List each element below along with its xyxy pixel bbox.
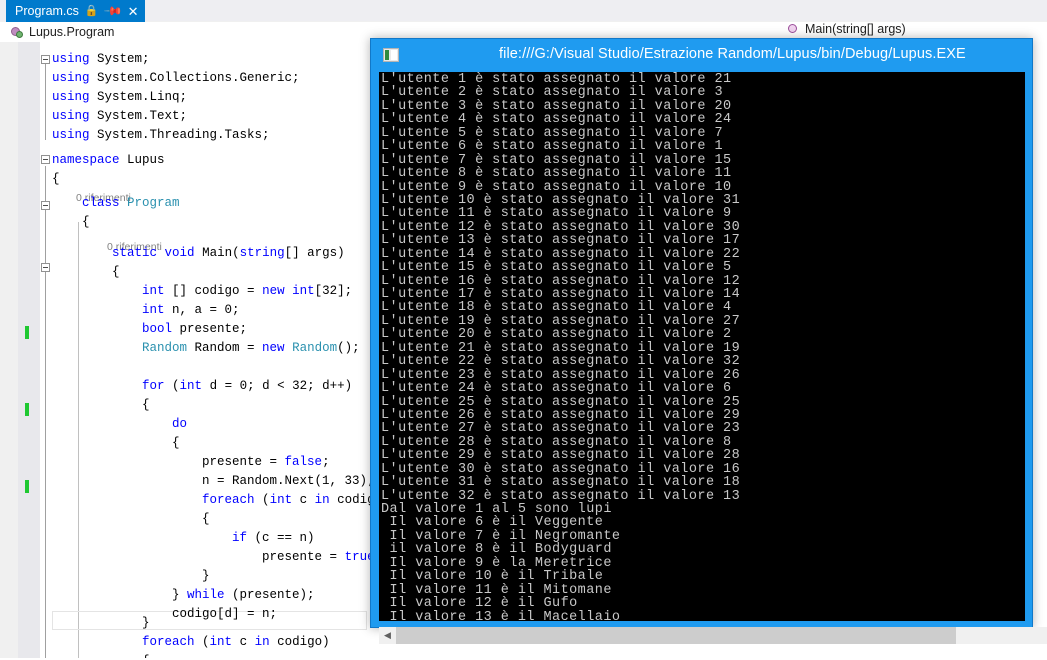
console-horizontal-scrollbar[interactable]: ◀ ▶: [379, 627, 1047, 644]
console-line: Il valore 6 è il Veggente: [381, 515, 604, 531]
console-line: L'utente 22 è stato assegnato il valore …: [381, 354, 741, 370]
console-line: L'utente 19 è stato assegnato il valore …: [381, 313, 741, 329]
pin-icon[interactable]: 📌: [103, 1, 123, 21]
console-line: L'utente 12 è stato assegnato il valore …: [381, 219, 741, 235]
console-line: Il valore 13 è il Macellaio: [381, 609, 621, 621]
console-frame: file:///G:/Visual Studio/Estrazione Rand…: [370, 38, 1047, 644]
tab-strip-background: [0, 0, 1047, 21]
console-line: L'utente 1 è stato assegnato il valore 2…: [381, 72, 732, 87]
method-icon: [786, 22, 800, 36]
console-app-icon[interactable]: [383, 48, 399, 62]
console-line: L'utente 6 è stato assegnato il valore 1: [381, 139, 724, 155]
console-line: L'utente 29 è stato assegnato il valore …: [381, 448, 741, 464]
console-line: L'utente 9 è stato assegnato il valore 1…: [381, 179, 732, 195]
console-line: L'utente 23 è stato assegnato il valore …: [381, 367, 741, 383]
console-line: L'utente 3 è stato assegnato il valore 2…: [381, 98, 732, 114]
console-line: L'utente 16 è stato assegnato il valore …: [381, 273, 741, 289]
console-line: Il valore 10 è il Tribale: [381, 569, 604, 585]
console-line: L'utente 5 è stato assegnato il valore 7: [381, 125, 724, 141]
class-icon: [10, 25, 24, 39]
editor-tab-strip: Program.cs 🔒 📌 ✕: [0, 0, 1047, 23]
console-line: L'utente 2 è stato assegnato il valore 3: [381, 85, 724, 101]
console-line: Dal valore 1 al 5 sono lupi: [381, 502, 612, 517]
close-icon[interactable]: ✕: [128, 5, 139, 18]
console-line: L'utente 11 è stato assegnato il valore …: [381, 206, 732, 222]
horizontal-scroll-thumb[interactable]: [396, 627, 956, 644]
tab-label: Program.cs: [15, 4, 79, 18]
console-title: file:///G:/Visual Studio/Estrazione Rand…: [499, 46, 966, 62]
console-line: L'utente 10 è stato assegnato il valore …: [381, 192, 741, 208]
tab-program-cs[interactable]: Program.cs 🔒 📌 ✕: [6, 0, 146, 22]
screen: Program.cs 🔒 📌 ✕ Lupus.Program Main(stri…: [0, 0, 1047, 660]
console-line: L'utente 28 è stato assegnato il valore …: [381, 434, 732, 450]
console-title-bar[interactable]: file:///G:/Visual Studio/Estrazione Rand…: [371, 39, 1032, 72]
console-line: L'utente 27 è stato assegnato il valore …: [381, 421, 741, 437]
console-line: Il valore 11 è il Mitomane: [381, 582, 612, 598]
console-line: L'utente 31 è stato assegnato il valore …: [381, 475, 741, 491]
console-line: L'utente 15 è stato assegnato il valore …: [381, 260, 732, 276]
scroll-left-button[interactable]: ◀: [379, 627, 396, 644]
console-line: L'utente 8 è stato assegnato il valore 1…: [381, 166, 732, 182]
member-dropdown[interactable]: Main(string[] args): [786, 22, 906, 36]
type-dropdown-label: Lupus.Program: [29, 25, 115, 39]
console-output-text: L'utente 1 è stato assegnato il valore 2…: [381, 73, 740, 621]
console-line: Il valore 9 è la Meretrice: [381, 555, 612, 571]
console-line: L'utente 30 è stato assegnato il valore …: [381, 461, 741, 477]
console-line: L'utente 32 è stato assegnato il valore …: [381, 488, 741, 504]
console-line: L'utente 18 è stato assegnato il valore …: [381, 300, 732, 316]
type-dropdown[interactable]: Lupus.Program: [0, 25, 114, 39]
console-window[interactable]: file:///G:/Visual Studio/Estrazione Rand…: [370, 38, 1047, 644]
console-line: Il valore 7 è il Negromante: [381, 528, 621, 544]
console-line: L'utente 21 è stato assegnato il valore …: [381, 340, 741, 356]
lock-icon: 🔒: [84, 4, 99, 17]
console-line: il valore 8 è il Bodyguard: [381, 542, 612, 558]
member-dropdown-label: Main(string[] args): [805, 22, 906, 36]
console-line: L'utente 13 è stato assegnato il valore …: [381, 233, 741, 249]
console-line: Il valore 12 è il Gufo: [381, 596, 578, 612]
console-line: L'utente 4 è stato assegnato il valore 2…: [381, 112, 732, 128]
console-line: L'utente 14 è stato assegnato il valore …: [381, 246, 741, 262]
console-line: L'utente 20 è stato assegnato il valore …: [381, 327, 732, 343]
console-line: L'utente 17 è stato assegnato il valore …: [381, 287, 741, 302]
console-line: L'utente 7 è stato assegnato il valore 1…: [381, 152, 732, 168]
console-line: L'utente 25 è stato assegnato il valore …: [381, 394, 741, 410]
console-output-area[interactable]: L'utente 1 è stato assegnato il valore 2…: [379, 72, 1025, 621]
console-line: L'utente 24 è stato assegnato il valore …: [381, 381, 732, 397]
console-line: L'utente 26 è stato assegnato il valore …: [381, 407, 741, 423]
